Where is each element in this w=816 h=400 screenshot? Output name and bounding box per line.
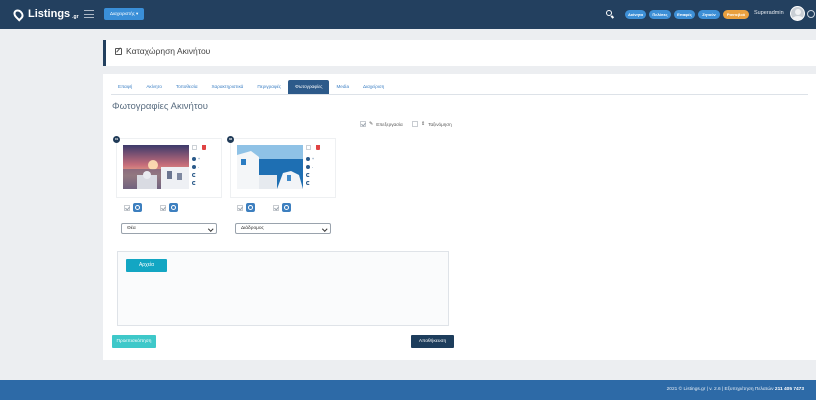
hamburger-menu-icon[interactable] [84,10,94,18]
photo-number-badge: 01 [113,136,120,143]
search-icon[interactable] [605,9,615,19]
sort-checkbox[interactable] [412,121,418,127]
role-dropdown[interactable]: Διαχειριστής ▾ [104,8,145,20]
tab-property[interactable]: Ακίνητο [139,80,169,94]
rotate-right-icon[interactable] [192,173,196,177]
brightness-icon[interactable] [306,165,310,169]
select-checkbox[interactable] [306,144,311,150]
upload-dropzone[interactable]: Αρχεία [117,251,449,326]
page-header: Καταχώρηση Ακινήτου [103,40,816,66]
sort-icon: ⇕ [421,121,426,127]
pencil-icon: ✎ [369,121,374,127]
pill-clients[interactable]: Πελάτες [649,10,671,19]
publish-checkbox[interactable] [160,204,166,211]
contrast-icon[interactable] [306,157,310,161]
rotate-right-icon[interactable] [306,173,310,177]
listings-logo[interactable]: Listings .gr [11,6,79,22]
edit-option[interactable]: ✎ Επεξεργασία [360,121,403,127]
trash-icon[interactable] [316,144,320,150]
rotate-left-icon[interactable] [306,181,310,185]
globe-icon[interactable] [246,203,255,212]
share-icon[interactable] [169,203,178,212]
brightness-icon[interactable] [192,165,196,169]
footer-text: 2021 © Listings.gr | v. 2.6 | Εξυπηρέτησ… [667,387,804,392]
trash-icon[interactable] [202,144,206,150]
logo-suffix: .gr [72,14,79,20]
section-title: Φωτογραφίες Ακινήτου [112,101,208,112]
photo-number-badge: 02 [227,136,234,143]
page-title: Καταχώρηση Ακινήτου [115,46,210,56]
photo-card-1[interactable]: 01 + - [113,136,222,198]
sort-option[interactable]: ⇕ Ταξινόμηση [412,121,452,127]
contrast-icon[interactable] [192,157,196,161]
top-navbar: Listings .gr Διαχειριστής ▾ Ακίνητα Πελά… [0,0,816,29]
photo-1-category-select[interactable]: Θέα [121,223,217,234]
photo-2-category-select[interactable]: Διάδρομος [235,223,331,234]
photo-2-actions [237,203,291,212]
page-title-text: Καταχώρηση Ακινήτου [126,46,211,56]
tab-features[interactable]: Χαρακτηριστικά [204,80,250,94]
photo-thumbnail-1 [123,145,189,189]
main-photo-checkbox[interactable] [124,204,130,211]
edit-label: Επεξεργασία [376,121,403,127]
preview-button[interactable]: Προεπισκόπηση [112,335,156,348]
tab-contact[interactable]: Επαφή [111,80,139,94]
photo-controls: + - [306,143,330,187]
rotate-left-icon[interactable] [192,181,196,185]
pill-contacts[interactable]: Επαφές [674,10,695,19]
tab-management[interactable]: Διαχείριση [356,80,391,94]
publish-checkbox[interactable] [273,204,279,211]
tab-photos[interactable]: Φωτογραφίες [288,80,330,94]
tab-media[interactable]: Media [329,80,356,94]
footer: 2021 © Listings.gr | v. 2.6 | Εξυπηρέτησ… [0,380,816,400]
save-button[interactable]: Αποθήκευση [411,335,454,348]
pill-appointments[interactable]: Ραντεβού [723,10,749,19]
user-name[interactable]: Superadmin [754,10,784,16]
tab-descriptions[interactable]: Περιγραφές [250,80,288,94]
photo-controls: + - [192,143,216,187]
logo-text: Listings [28,8,71,20]
main-photo-checkbox[interactable] [237,204,243,211]
tabs-divider [111,94,808,95]
share-icon[interactable] [282,203,291,212]
globe-icon[interactable] [133,203,142,212]
pill-properties[interactable]: Ακίνητα [625,10,646,19]
logout-icon[interactable] [807,10,815,18]
avatar[interactable] [790,6,805,21]
edit-icon [115,47,122,55]
sort-label: Ταξινόμηση [428,121,452,127]
pill-requests[interactable]: Ζητούν [698,10,720,19]
footer-main-text: 2021 © Listings.gr | v. 2.6 | Εξυπηρέτησ… [666,387,775,392]
main-card: Επαφή Ακίνητο Τοποθεσία Χαρακτηριστικά Π… [103,74,816,360]
tab-location[interactable]: Τοποθεσία [169,80,205,94]
photo-1-actions [124,203,178,212]
tab-bar: Επαφή Ακίνητο Τοποθεσία Χαρακτηριστικά Π… [111,80,391,94]
files-button[interactable]: Αρχεία [126,259,167,272]
location-pin-icon [11,6,26,22]
edit-checkbox[interactable] [360,121,366,127]
photo-card-2[interactable]: 02 + - [227,136,336,198]
select-checkbox[interactable] [192,144,197,150]
photo-thumbnail-2 [237,145,303,189]
support-phone[interactable]: 211 405 7473 [775,387,804,392]
